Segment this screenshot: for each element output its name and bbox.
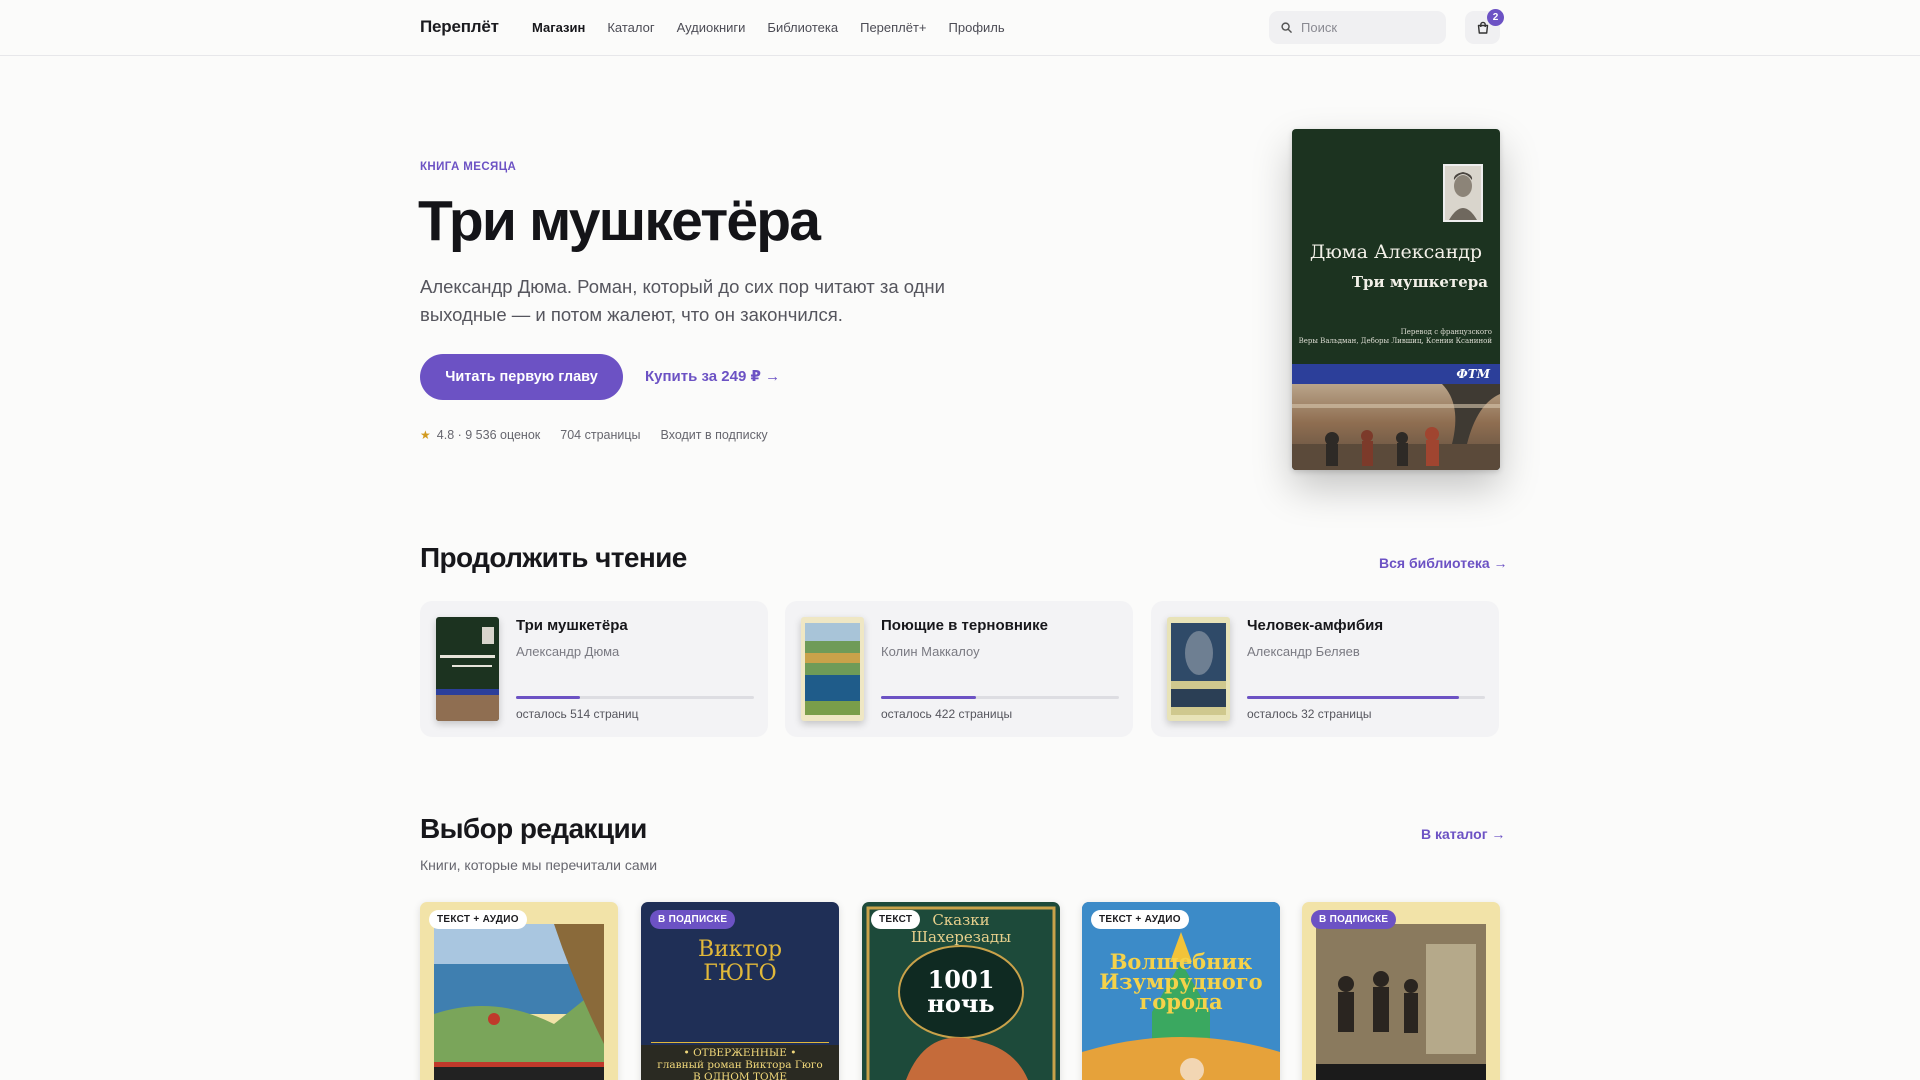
subscription-note: Входит в подписку bbox=[660, 428, 768, 442]
rating: ★ 4.8 · 9 536 оценок bbox=[420, 428, 540, 442]
cart-count-badge: 2 bbox=[1487, 9, 1504, 26]
author-portrait bbox=[1443, 164, 1483, 222]
editors-choice-title: Выбор редакции bbox=[420, 813, 647, 844]
book-title: Поющие в терновнике bbox=[881, 617, 1048, 634]
logo[interactable]: Переплёт bbox=[420, 17, 499, 37]
cover-title: Три мушкетера bbox=[1351, 273, 1488, 291]
page-count: 704 страницы bbox=[560, 428, 641, 442]
book-title: Три мушкетёра bbox=[516, 617, 628, 634]
cover-title: Волшебник Изумрудного города bbox=[1099, 949, 1263, 1014]
cover-publisher-band: ФТМ bbox=[1292, 364, 1500, 384]
hero-book-cover[interactable]: Дюма Александр Три мушкетера Перевод с ф… bbox=[1292, 129, 1500, 470]
book-card[interactable]: В ПОДПИСКЕ Виктор ГЮГО • ОТВЕРЖЕННЫЕ • г… bbox=[641, 902, 839, 1080]
star-icon: ★ bbox=[420, 428, 431, 442]
editors-choice-subtitle: Книги, которые мы перечитали сами bbox=[420, 857, 658, 873]
format-badge: В ПОДПИСКЕ bbox=[1311, 910, 1397, 929]
book-card[interactable]: В ПОДПИСКЕ bbox=[1302, 902, 1500, 1080]
cover-subtitle: • ОТВЕРЖЕННЫЕ • главный роман Виктора Гю… bbox=[641, 1045, 839, 1080]
bag-icon bbox=[1477, 21, 1488, 34]
catalog-link[interactable]: В каталог → bbox=[1421, 826, 1505, 842]
all-library-link[interactable]: Вся библиотека → bbox=[1379, 555, 1508, 571]
cover-title: Виктор ГЮГО bbox=[697, 937, 783, 986]
pages-remaining: осталось 514 страниц bbox=[516, 707, 639, 721]
hero-eyebrow: КНИГА МЕСЯЦА bbox=[420, 161, 517, 173]
book-title: Человек-амфибия bbox=[1247, 617, 1384, 634]
book-cover bbox=[1167, 617, 1230, 721]
reading-progress-fill bbox=[516, 696, 581, 699]
reading-progress-bar bbox=[881, 696, 1119, 699]
continue-reading-title: Продолжить чтение bbox=[420, 542, 687, 573]
search-icon bbox=[1281, 22, 1292, 33]
nav-item-library[interactable]: Библиотека bbox=[767, 20, 838, 35]
book-cover-art bbox=[434, 924, 604, 1080]
cover-publisher: ФТМ bbox=[1456, 367, 1490, 381]
search-input[interactable] bbox=[1301, 20, 1431, 35]
nav-item-store[interactable]: Магазин bbox=[532, 20, 585, 35]
reading-progress-bar bbox=[1247, 696, 1485, 699]
hero-meta: ★ 4.8 · 9 536 оценок 704 страницы Входит … bbox=[420, 428, 768, 442]
rating-text: 4.8 · 9 536 оценок bbox=[436, 428, 541, 442]
continue-card[interactable]: Поющие в терновнике Колин Маккалоу остал… bbox=[785, 601, 1133, 737]
book-author: Александр Беляев bbox=[1247, 644, 1360, 659]
top-navigation: Переплёт Магазин Каталог Аудиокниги Библ… bbox=[0, 0, 1920, 56]
format-badge: ТЕКСТ + АУДИО bbox=[429, 910, 527, 929]
book-author: Александр Дюма bbox=[516, 644, 620, 659]
nav-item-catalog[interactable]: Каталог bbox=[607, 20, 654, 35]
pages-remaining: осталось 422 страницы bbox=[881, 707, 1013, 721]
book-cover bbox=[436, 617, 499, 721]
book-cover bbox=[801, 617, 864, 721]
hero-description: Александр Дюма. Роман, который до сих по… bbox=[420, 276, 945, 325]
continue-card[interactable]: Человек-амфибия Александр Беляев осталос… bbox=[1151, 601, 1499, 737]
reading-progress-fill bbox=[881, 696, 977, 699]
buy-link[interactable]: Купить за 249 ₽ → bbox=[645, 367, 780, 385]
book-card[interactable]: ТЕКСТ + АУДИО Волшебник Изумрудного горо… bbox=[1082, 902, 1280, 1080]
cover-translation: Перевод с французского Веры Вальдман, Де… bbox=[1298, 328, 1492, 345]
cover-subtitle: 1001 ночь bbox=[927, 965, 995, 1018]
cover-author: Дюма Александр bbox=[1309, 241, 1483, 263]
read-first-chapter-button[interactable]: Читать первую главу bbox=[420, 354, 623, 400]
reading-progress-fill bbox=[1247, 696, 1459, 699]
book-author: Колин Маккалоу bbox=[881, 644, 980, 659]
cover-illustration bbox=[1292, 384, 1500, 470]
format-badge: ТЕКСТ bbox=[871, 910, 921, 929]
continue-card[interactable]: Три мушкетёра Александр Дюма осталось 51… bbox=[420, 601, 768, 737]
book-card[interactable]: ТЕКСТ + АУДИО bbox=[420, 902, 618, 1080]
nav-item-profile[interactable]: Профиль bbox=[949, 20, 1005, 35]
format-badge: ТЕКСТ + АУДИО bbox=[1091, 910, 1189, 929]
nav-item-plus[interactable]: Переплёт+ bbox=[860, 20, 926, 35]
hero-title: Три мушкетёра bbox=[418, 189, 821, 253]
main-nav: Магазин Каталог Аудиокниги Библиотека Пе… bbox=[532, 20, 1005, 35]
search-box[interactable] bbox=[1269, 11, 1446, 44]
reading-progress-bar bbox=[516, 696, 754, 699]
book-cover-art bbox=[1316, 924, 1486, 1080]
book-card[interactable]: ТЕКСТ Сказки Шахерезады 1001 ночь bbox=[862, 902, 1060, 1080]
cover-rule bbox=[651, 1042, 829, 1043]
pages-remaining: осталось 32 страницы bbox=[1247, 707, 1372, 721]
nav-item-audiobooks[interactable]: Аудиокниги bbox=[677, 20, 746, 35]
format-badge: В ПОДПИСКЕ bbox=[650, 910, 736, 929]
